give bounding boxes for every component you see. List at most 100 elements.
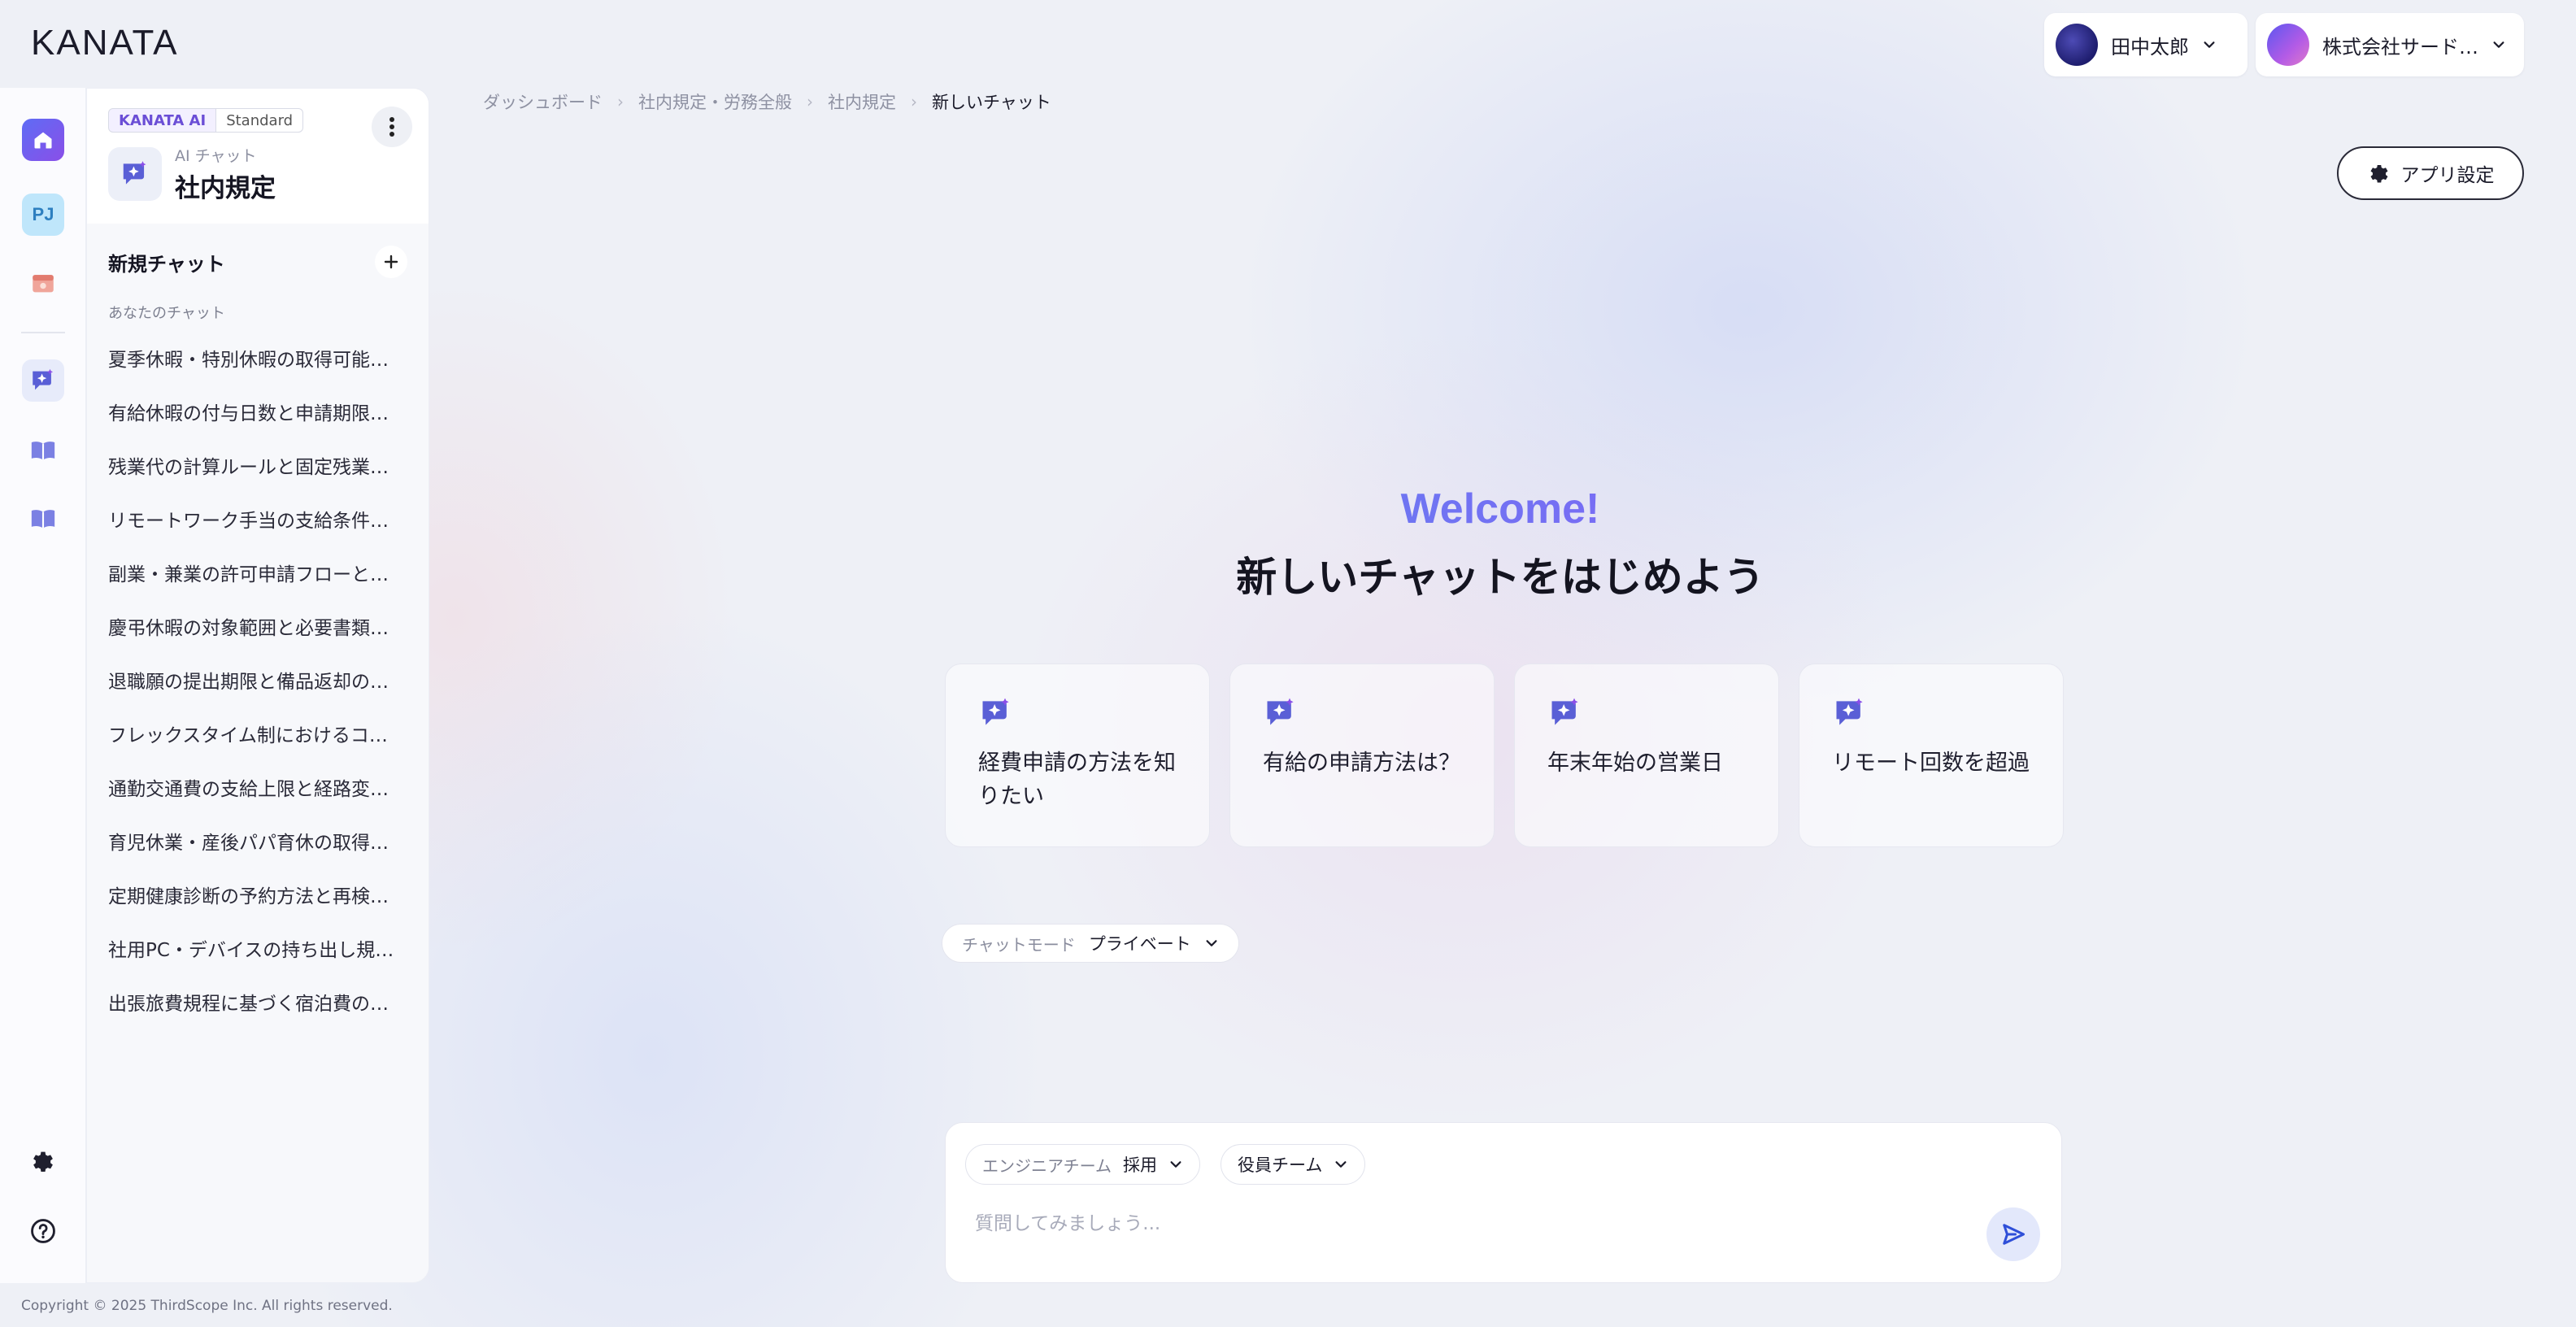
breadcrumb-dashboard[interactable]: ダッシュボード — [483, 89, 603, 114]
chat-history-section-label: あなたのチャット — [108, 305, 225, 322]
chat-history-item[interactable]: 定期健康診断の予約方法と再検… — [87, 868, 429, 921]
plan-tags: KANATA AI Standard — [108, 108, 407, 133]
chat-history-item[interactable]: リモートワーク手当の支給条件… — [87, 492, 429, 546]
chat-mode-label: チャットモード — [962, 934, 1076, 955]
ai-chat-icon — [1267, 698, 1294, 725]
app-settings-label: アプリ設定 — [2400, 165, 2495, 186]
executive-team-select[interactable]: 役員チーム — [1221, 1144, 1366, 1185]
chevron-down-icon — [1335, 1161, 1347, 1168]
organization-menu[interactable]: 株式会社サード… — [2256, 13, 2524, 76]
team-scope-select[interactable]: エンジニアチーム 採用 — [965, 1144, 1200, 1185]
app-identity: AI チャット 社内規定 — [108, 144, 407, 204]
kanata-logo[interactable]: KANATA — [31, 23, 179, 63]
new-chat-label: 新規チャット — [108, 252, 225, 276]
gear-icon — [2370, 165, 2387, 183]
chat-history-item[interactable]: 慶弔休暇の対象範囲と必要書類… — [87, 599, 429, 653]
ai-chat-icon — [982, 698, 1009, 725]
team-scope-value: 採用 — [1123, 1155, 1157, 1175]
chat-history-item[interactable]: 通勤交通費の支給上限と経路変… — [87, 760, 429, 814]
rail-knowledge-button-2[interactable] — [22, 498, 64, 540]
ai-chat-icon — [123, 161, 146, 185]
question-input[interactable] — [975, 1204, 1951, 1243]
suggestion-card[interactable]: 経費申請の方法を知りたい — [945, 664, 1210, 847]
chat-history-item[interactable]: 社用PC・デバイスの持ち出し規… — [87, 921, 429, 975]
chat-mode-select[interactable]: チャットモード プライベート — [942, 924, 1239, 963]
welcome-text: Welcome! — [935, 485, 2065, 533]
project-icon: PJ — [32, 204, 54, 224]
copyright-text: Copyright © 2025 ThirdScope Inc. All rig… — [21, 1298, 393, 1314]
new-chat-row[interactable]: 新規チャット — [87, 224, 429, 300]
app-settings-button[interactable]: アプリ設定 — [2337, 146, 2524, 200]
breadcrumb: ダッシュボード › 社内規定・労務全般 › 社内規定 › 新しいチャット — [483, 89, 1051, 114]
chat-history-item[interactable]: 副業・兼業の許可申請フローと… — [87, 546, 429, 599]
rail-knowledge-button-1[interactable] — [22, 429, 64, 472]
hero-title: 新しいチャットをはじめよう — [1236, 554, 1764, 601]
ai-chat-icon — [1836, 698, 1863, 725]
organization-avatar — [2267, 24, 2309, 66]
rail-help-button[interactable] — [22, 1210, 64, 1252]
user-menu[interactable]: 田中太郎 — [2044, 13, 2247, 76]
gear-icon — [33, 1151, 53, 1173]
chat-history-item[interactable]: 退職願の提出期限と備品返却の… — [87, 653, 429, 707]
chat-composer: エンジニアチーム 採用 役員チーム — [945, 1122, 2062, 1283]
suggestion-cards: 経費申請の方法を知りたい 有給の申請方法は？ 年末年始の営業日 リモート回数を超… — [945, 664, 2064, 847]
suggestion-text: 年末年始の営業日 — [1547, 751, 1723, 776]
suggestion-text: 有給の申請方法は？ — [1263, 751, 1460, 776]
ai-chat-icon — [1551, 698, 1578, 725]
chevron-down-icon — [2493, 41, 2504, 48]
book-icon — [31, 510, 55, 529]
breadcrumb-category[interactable]: 社内規定・労務全般 — [638, 89, 792, 114]
rail-project-button[interactable]: PJ — [22, 194, 64, 236]
storage-icon — [33, 275, 54, 293]
suggestion-text: 経費申請の方法を知りたい — [978, 751, 1176, 809]
chevron-down-icon — [1206, 940, 1217, 946]
chevron-down-icon — [2204, 41, 2215, 48]
suggestion-card[interactable]: 有給の申請方法は？ — [1229, 664, 1495, 847]
chat-history-item[interactable]: 出張旅費規程に基づく宿泊費の… — [87, 975, 429, 1029]
welcome-hero: Welcome! 新しいチャットをはじめよう — [935, 485, 2065, 603]
send-icon — [2003, 1224, 2025, 1245]
suggestion-card[interactable]: リモート回数を超過 — [1799, 664, 2064, 847]
executive-team-value: 役員チーム — [1238, 1155, 1323, 1175]
chat-history-item[interactable]: 残業代の計算ルールと固定残業… — [87, 438, 429, 492]
plus-icon — [384, 255, 398, 269]
rail-divider — [21, 332, 65, 333]
rail-storage-button[interactable] — [22, 262, 64, 304]
home-icon — [34, 132, 52, 149]
chat-history-item[interactable]: 有給休暇の付与日数と申請期限… — [87, 385, 429, 438]
plan-tag: Standard — [216, 108, 304, 133]
chevron-right-icon: › — [911, 92, 917, 111]
new-chat-button[interactable] — [375, 246, 407, 278]
app-header: KANATA AI Standard AI チャット 社内規定 — [87, 89, 429, 224]
send-button[interactable] — [1986, 1207, 2040, 1261]
book-icon — [31, 442, 55, 460]
chat-history-item[interactable]: フレックスタイム制におけるコ… — [87, 707, 429, 760]
more-options-button[interactable] — [372, 107, 412, 147]
product-tag: KANATA AI — [108, 108, 217, 133]
chat-mode-value: プライベート — [1088, 934, 1191, 954]
chat-history-item[interactable]: 夏季休暇・特別休暇の取得可能… — [87, 331, 429, 385]
organization-name: 株式会社サード… — [2322, 35, 2478, 59]
help-icon — [31, 1219, 55, 1243]
chevron-right-icon: › — [617, 92, 624, 111]
icon-rail: PJ — [0, 88, 86, 1283]
suggestion-card[interactable]: 年末年始の営業日 — [1514, 664, 1779, 847]
app-subtitle: AI チャット — [175, 147, 257, 165]
chat-history-item[interactable]: 育児休業・産後パパ育休の取得… — [87, 814, 429, 868]
chevron-right-icon: › — [807, 92, 813, 111]
rail-settings-button[interactable] — [22, 1140, 64, 1182]
chat-history-list: 夏季休暇・特別休暇の取得可能… 有給休暇の付与日数と申請期限… 残業代の計算ルー… — [87, 331, 429, 1029]
breadcrumb-current: 新しいチャット — [932, 93, 1051, 112]
app-icon — [108, 147, 162, 201]
suggestion-text: リモート回数を超過 — [1832, 751, 2030, 776]
user-name: 田中太郎 — [2111, 35, 2189, 59]
ai-chat-icon — [33, 368, 54, 390]
chevron-down-icon — [1170, 1161, 1181, 1168]
team-scope-label: エンジニアチーム — [982, 1155, 1112, 1176]
rail-ai-chat-button[interactable] — [22, 359, 64, 402]
rail-home-button[interactable] — [22, 119, 64, 161]
kebab-icon — [389, 117, 394, 137]
breadcrumb-app[interactable]: 社内規定 — [828, 89, 896, 114]
chat-sidebar: KANATA AI Standard AI チャット 社内規定 新規チャット あ… — [86, 88, 429, 1283]
app-name: 社内規定 — [175, 174, 276, 203]
